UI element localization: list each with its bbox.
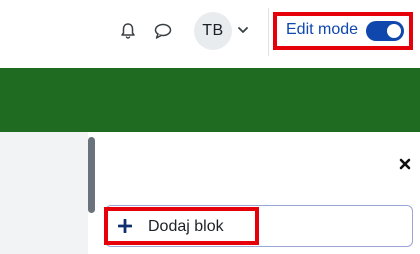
user-initials: TB: [202, 22, 224, 39]
scrollbar-thumb[interactable]: [88, 137, 95, 213]
top-navbar: TB Edit mode: [0, 0, 420, 64]
user-avatar[interactable]: TB: [194, 12, 232, 50]
bell-icon[interactable]: [117, 20, 139, 42]
close-icon[interactable]: [397, 156, 413, 172]
navbar-divider: [268, 8, 269, 56]
edit-mode-highlight: [273, 12, 413, 50]
chat-bubble-icon[interactable]: [152, 20, 174, 42]
add-block-highlight: [104, 207, 259, 245]
chevron-down-icon[interactable]: [237, 24, 249, 36]
left-drawer-area: [0, 132, 88, 254]
page-header-banner: [0, 68, 420, 132]
